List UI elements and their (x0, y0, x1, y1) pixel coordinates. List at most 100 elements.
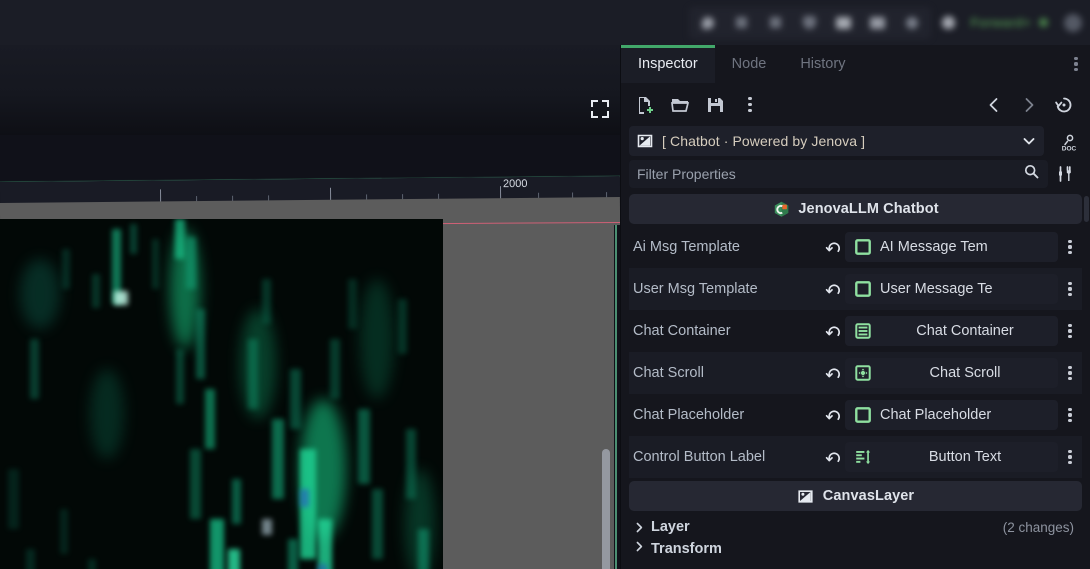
property-menu-button[interactable] (1058, 449, 1082, 465)
tab-inspector[interactable]: Inspector (621, 45, 715, 83)
kebab-menu-icon (1068, 365, 1072, 381)
properties-list[interactable]: JenovaLLM Chatbot Ai Msg Template AI Mes… (621, 194, 1090, 569)
property-row-chat-scroll[interactable]: Chat Scroll Chat Scroll (629, 352, 1082, 394)
property-menu-button[interactable] (1058, 323, 1082, 339)
movie-clapper-icon (836, 16, 852, 29)
edited-object-selector[interactable]: [ Chatbot · Powered by Jenova ] (629, 126, 1044, 156)
inspector-tab-bar: Inspector Node History (621, 45, 1090, 83)
property-group-layer[interactable]: Layer (2 changes) (629, 513, 1082, 541)
load-resource-button[interactable] (664, 90, 696, 120)
revert-arrow-icon[interactable] (821, 281, 845, 298)
revert-arrow-icon[interactable] (821, 365, 845, 382)
property-row-ai-msg-template[interactable]: Ai Msg Template AI Message Tem (629, 226, 1082, 268)
history-menu-button[interactable] (1048, 90, 1080, 120)
kebab-menu-icon (1068, 323, 1072, 339)
selection-outline-right (615, 225, 617, 569)
revert-arrow-icon[interactable] (821, 239, 845, 256)
property-menu-button[interactable] (1058, 365, 1082, 381)
group-label: Layer (651, 519, 690, 535)
movie-maker-button[interactable] (933, 9, 965, 37)
property-value-field[interactable]: Chat Placeholder (845, 400, 1058, 430)
resource-extra-menu-button[interactable] (734, 90, 766, 120)
history-back-button[interactable] (978, 90, 1010, 120)
property-row-chat-placeholder[interactable]: Chat Placeholder Chat Placeholder (629, 394, 1082, 436)
revert-arrow-icon[interactable] (821, 407, 845, 424)
matrix-background-texture (0, 219, 443, 569)
node-path-row: [ Chatbot · Powered by Jenova ] DOC (621, 126, 1090, 160)
viewport-vertical-scrollbar[interactable] (602, 449, 610, 569)
search-input[interactable] (637, 166, 1023, 182)
tab-history[interactable]: History (783, 45, 862, 83)
inspector-dock: Inspector Node History [Chatbot · Power… (620, 45, 1090, 569)
inspector-scrollbar[interactable] (1084, 196, 1089, 222)
save-resource-button[interactable] (699, 90, 731, 120)
dock-menu-button[interactable] (1062, 45, 1090, 83)
editor-body: 2000 Inspector Node History [Chatbot · … (0, 45, 1090, 569)
property-row-control-button-label[interactable]: Control Button Label Button Text (629, 436, 1082, 478)
property-value-text: Chat Placeholder (880, 407, 992, 423)
object-tools-button[interactable] (1048, 160, 1082, 188)
property-value-field[interactable]: Chat Container (845, 316, 1058, 346)
jenova-script-icon (772, 200, 790, 218)
stop-icon (770, 17, 782, 28)
property-label: Chat Scroll (633, 365, 704, 381)
play-project-button[interactable] (692, 9, 724, 37)
godot-editor-window: Forward+ 2000 Inspector Node History [C… (0, 0, 1090, 569)
open-documentation-icon: DOC (1062, 134, 1077, 153)
property-value-field[interactable]: User Message Te (845, 274, 1058, 304)
filter-properties-box[interactable] (629, 160, 1048, 188)
scene-viewport[interactable]: 2000 (0, 45, 620, 569)
property-value-text: AI Message Tem (880, 239, 988, 255)
chevron-right-icon[interactable] (633, 541, 645, 552)
play-scene-button[interactable] (828, 9, 860, 37)
property-group-transform[interactable]: Transform (629, 541, 1082, 555)
renderer-dropdown-icon[interactable] (1039, 18, 1048, 27)
canvas-item-icon (635, 132, 654, 151)
canvas-layer-icon (797, 487, 815, 505)
new-resource-button[interactable] (629, 90, 661, 120)
property-label: Chat Placeholder (633, 407, 745, 423)
kebab-menu-icon (1068, 239, 1072, 255)
pause-project-button[interactable] (726, 9, 758, 37)
new-file-icon (639, 96, 653, 114)
property-menu-button[interactable] (1058, 239, 1082, 255)
tab-node[interactable]: Node (715, 45, 784, 83)
movie-shield-button[interactable] (794, 9, 826, 37)
history-forward-button[interactable] (1013, 90, 1045, 120)
history-clock-icon (1055, 97, 1072, 112)
category-title: CanvasLayer (822, 488, 915, 504)
property-row-chat-container[interactable]: Chat Container Chat Container (629, 310, 1082, 352)
property-menu-button[interactable] (1058, 281, 1082, 297)
group-changes-count: (2 changes) (1002, 519, 1074, 535)
node-path-label: [ Chatbot · Powered by Jenova ] (662, 133, 866, 149)
stop-project-button[interactable] (760, 9, 792, 37)
folder-open-icon (671, 98, 690, 112)
renderer-selector[interactable]: Forward+ (967, 15, 1035, 30)
filter-row (621, 160, 1090, 194)
open-documentation-button[interactable]: DOC (1052, 128, 1086, 158)
avatar[interactable] (1064, 13, 1082, 32)
ruler-label: 2000 (502, 177, 528, 191)
property-value-field[interactable]: AI Message Tem (845, 232, 1058, 262)
search-button[interactable] (896, 9, 928, 37)
property-menu-button[interactable] (1058, 407, 1082, 423)
chevron-right-icon[interactable] (633, 522, 645, 533)
property-row-user-msg-template[interactable]: User Msg Template User Message Te (629, 268, 1082, 310)
chevron-down-icon[interactable] (1020, 133, 1038, 149)
play-custom-scene-button[interactable] (862, 9, 894, 37)
category-header-jenovallm-chatbot[interactable]: JenovaLLM Chatbot (629, 194, 1082, 224)
property-label: Ai Msg Template (633, 239, 740, 255)
category-header-canvaslayer[interactable]: CanvasLayer (629, 481, 1082, 511)
property-value-text: Chat Container (916, 323, 1014, 339)
search-icon (905, 16, 918, 29)
revert-arrow-icon[interactable] (821, 449, 845, 466)
property-value-field[interactable]: Button Text (845, 442, 1058, 472)
revert-arrow-icon[interactable] (821, 323, 845, 340)
editor-top-toolbar: Forward+ (0, 0, 1090, 45)
property-value-field[interactable]: Chat Scroll (845, 358, 1058, 388)
property-value-text: Chat Scroll (929, 365, 1001, 381)
label-node-icon (853, 448, 872, 467)
tab-node-label: Node (731, 56, 767, 72)
kebab-menu-icon (1068, 407, 1072, 423)
fullscreen-icon[interactable] (588, 97, 612, 121)
